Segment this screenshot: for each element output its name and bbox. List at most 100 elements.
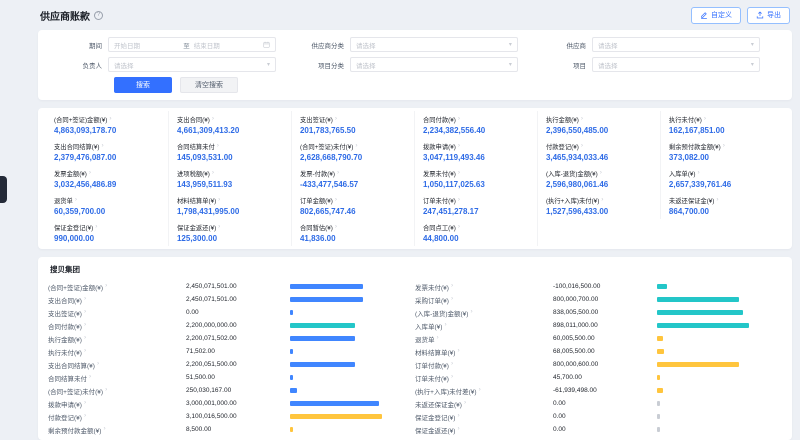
stat-value: 143,959,511.93 (177, 180, 283, 189)
group-row: 发票未付(¥)›-100,016,500.00 (415, 280, 758, 293)
project-placeholder: 请选择 (598, 60, 618, 70)
group-column-left: (合同+签证)金额(¥)›2,450,071,501.00支出合同(¥)›2,4… (48, 280, 415, 436)
stat-cell[interactable]: (合同+签证)未付(¥)›2,628,668,790.70 (292, 138, 415, 165)
group-row-label[interactable]: (入库-退货)金额(¥)› (415, 308, 553, 318)
filter-supplier-category: 供应商分类 请选择 ▾ (294, 37, 536, 52)
group-row-label[interactable]: (合同+签证)未付(¥)› (48, 386, 186, 396)
group-row-label[interactable]: 付款登记(¥)› (48, 412, 186, 422)
sidebar-collapse-handle[interactable] (0, 176, 7, 203)
stat-value: 802,665,747.46 (300, 207, 406, 216)
group-row-label[interactable]: (合同+签证)金额(¥)› (48, 282, 186, 292)
chevron-down-icon: ▾ (509, 41, 512, 48)
group-row-label[interactable]: 采购订单(¥)› (415, 295, 553, 305)
supplier-category-select[interactable]: 请选择 ▾ (350, 37, 518, 52)
stat-cell[interactable]: 未返还保证金(¥)›864,700.00 (661, 192, 784, 219)
stat-cell[interactable]: 退货单›60,359,700.00 (46, 192, 169, 219)
filter-owner: 负责人 请选择 ▾ (52, 57, 294, 72)
group-row-label[interactable]: 退货单› (415, 334, 553, 344)
stat-cell[interactable]: 订单金额(¥)›802,665,747.46 (292, 192, 415, 219)
stat-cell[interactable]: 支出签证(¥)›201,783,765.50 (292, 111, 415, 138)
stat-cell[interactable]: 合同点工(¥)›44,800.00 (415, 219, 538, 246)
stat-cell[interactable]: 保证金返还(¥)›125,300.00 (169, 219, 292, 246)
project-select[interactable]: 请选择 ▾ (592, 57, 760, 72)
group-row: 支出合同(¥)›2,450,071,501.00 (48, 293, 391, 306)
project-category-placeholder: 请选择 (356, 60, 376, 70)
stat-cell[interactable]: 发票金额(¥)›3,032,456,486.89 (46, 165, 169, 192)
stat-cell[interactable]: 订单未付(¥)›247,451,278.17 (415, 192, 538, 219)
group-row-label[interactable]: 未返还保证金(¥)› (415, 399, 553, 409)
stat-cell[interactable]: (执行+入库)未付(¥)›1,527,596,433.00 (538, 192, 661, 219)
group-row-value: 838,005,500.00 (553, 309, 657, 316)
stat-cell[interactable]: 剩余预付款金额(¥)›373,082.00 (661, 138, 784, 165)
group-row-bar (290, 414, 382, 419)
group-row-value: 800,000,700.00 (553, 296, 657, 303)
stat-cell[interactable]: 拨款申请(¥)›3,047,119,493.46 (415, 138, 538, 165)
stat-cell[interactable]: (合同+签证)金额(¥)›4,863,093,178.70 (46, 111, 169, 138)
group-row-label[interactable]: 执行金额(¥)› (48, 334, 186, 344)
stat-value: 41,836.00 (300, 234, 406, 243)
group-row-label[interactable]: 拨款申请(¥)› (48, 399, 186, 409)
stats-row: 退货单›60,359,700.00材料结算单(¥)›1,798,431,995.… (46, 192, 784, 219)
stat-cell[interactable]: 材料结算单(¥)›1,798,431,995.00 (169, 192, 292, 219)
group-row-label[interactable]: 保证金登记(¥)› (415, 412, 553, 422)
group-row-label[interactable]: 剩余预付款金额(¥)› (48, 425, 186, 435)
filter-panel: 期间 开始日期 至 结束日期 供应商分类 请选择 ▾ (38, 30, 792, 100)
owner-select[interactable]: 请选择 ▾ (108, 57, 276, 72)
group-row-label[interactable]: 支出合同(¥)› (48, 295, 186, 305)
stat-cell[interactable]: 执行金额(¥)›2,396,550,485.00 (538, 111, 661, 138)
page-title-text: 供应商账款 (40, 8, 90, 23)
group-row-bar-track (290, 375, 382, 380)
stat-cell[interactable]: 合同结算未付›145,093,531.00 (169, 138, 292, 165)
group-row-label[interactable]: 入库单(¥)› (415, 321, 553, 331)
search-button[interactable]: 搜索 (114, 77, 172, 93)
end-date-input[interactable]: 结束日期 (194, 40, 259, 50)
group-row-label[interactable]: 保证金返还(¥)› (415, 425, 553, 435)
chevron-right-icon: › (479, 387, 481, 394)
stat-value: 162,167,851.00 (669, 126, 776, 135)
group-row-label[interactable]: 订单付款(¥)› (415, 360, 553, 370)
help-icon[interactable]: ? (94, 11, 103, 20)
filter-actions: 搜索 清空搜索 (52, 77, 778, 93)
group-row-label[interactable]: 合同结算未付› (48, 373, 186, 383)
stat-cell[interactable]: 入库单(¥)›2,657,339,761.46 (661, 165, 784, 192)
export-button[interactable]: 导出 (747, 7, 790, 24)
stat-cell[interactable]: 付款登记(¥)›3,465,934,033.46 (538, 138, 661, 165)
chevron-right-icon: › (458, 224, 460, 231)
group-row-label[interactable]: 订单未付(¥)› (415, 373, 553, 383)
group-row-bar (290, 284, 363, 289)
group-row-label[interactable]: 发票未付(¥)› (415, 282, 553, 292)
group-row-value: 8,500.00 (186, 426, 290, 433)
stat-cell[interactable]: 执行未付(¥)›162,167,851.00 (661, 111, 784, 138)
stat-cell[interactable]: 进项税额(¥)› 143,959,511.93 (169, 165, 292, 192)
owner-label: 负责人 (52, 60, 108, 70)
stat-cell[interactable]: (入库-退货)金额(¥)›2,596,980,061.46 (538, 165, 661, 192)
chevron-right-icon: › (101, 143, 103, 150)
stat-cell[interactable]: 发票未付(¥)›1,050,117,025.63 (415, 165, 538, 192)
group-row: 合同付款(¥)›2,200,000,000.00 (48, 319, 391, 332)
group-row-label[interactable]: 支出合同结算(¥)› (48, 360, 186, 370)
stat-label: 剩余预付款金额(¥)› (669, 142, 776, 151)
stat-cell[interactable]: 保证金登记(¥)›990,000.00 (46, 219, 169, 246)
stat-cell[interactable]: 合同暂估(¥)›41,836.00 (292, 219, 415, 246)
stat-value: 1,527,596,433.00 (546, 207, 652, 216)
group-row-label[interactable]: 材料结算单(¥)› (415, 347, 553, 357)
stat-cell[interactable]: 支出合同(¥)›4,661,309,413.20 (169, 111, 292, 138)
group-row-label[interactable]: 执行未付(¥)› (48, 347, 186, 357)
period-range-picker[interactable]: 开始日期 至 结束日期 (108, 37, 276, 52)
stat-value: 3,047,119,493.46 (423, 153, 529, 162)
export-icon (756, 11, 764, 19)
supplier-select[interactable]: 请选择 ▾ (592, 37, 760, 52)
customize-button[interactable]: 自定义 (691, 7, 741, 24)
start-date-input[interactable]: 开始日期 (114, 40, 179, 50)
group-row-label[interactable]: (执行+入库)未付差(¥)› (415, 386, 553, 396)
group-row-label[interactable]: 支出签证(¥)› (48, 308, 186, 318)
group-row-label[interactable]: 合同付款(¥)› (48, 321, 186, 331)
stat-label: 进项税额(¥)› (177, 169, 283, 178)
stat-cell[interactable]: 合同付款(¥)›2,234,382,556.40 (415, 111, 538, 138)
chevron-right-icon: › (451, 296, 453, 303)
stat-cell[interactable]: 发票-付款(¥)›-433,477,546.57 (292, 165, 415, 192)
clear-search-button[interactable]: 清空搜索 (180, 77, 238, 93)
group-row: 执行未付(¥)›71,502.00 (48, 345, 391, 358)
stat-cell[interactable]: 支出合同结算(¥)›2,379,476,087.00 (46, 138, 169, 165)
project-category-select[interactable]: 请选择 ▾ (350, 57, 518, 72)
